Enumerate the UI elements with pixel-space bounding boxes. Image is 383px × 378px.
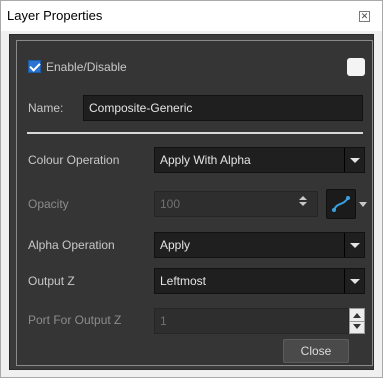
- dialog-title: Layer Properties: [7, 8, 103, 23]
- layer-properties-dialog: Layer Properties ✕ Enable/Disable Name: …: [0, 0, 383, 378]
- stepper-up-icon[interactable]: [353, 313, 361, 318]
- chevron-down-icon[interactable]: [344, 233, 364, 257]
- function-menu-arrow-icon[interactable]: [359, 202, 367, 207]
- colour-operation-select[interactable]: Apply With Alpha: [154, 147, 365, 173]
- properties-frame: Enable/Disable Name: Composite-Generic C…: [16, 40, 373, 366]
- section-divider: [27, 132, 363, 134]
- name-field[interactable]: Composite-Generic: [83, 95, 363, 121]
- chevron-down-icon[interactable]: [344, 148, 364, 172]
- opacity-label: Opacity: [28, 197, 69, 211]
- port-output-z-field[interactable]: 1: [154, 308, 349, 334]
- title-bar: Layer Properties ✕: [1, 1, 382, 31]
- output-z-select[interactable]: Leftmost: [154, 268, 365, 294]
- alpha-operation-select[interactable]: Apply: [154, 232, 365, 258]
- name-label: Name:: [28, 101, 64, 115]
- output-z-label: Output Z: [28, 274, 75, 288]
- output-z-value: Leftmost: [160, 274, 207, 288]
- colour-operation-value: Apply With Alpha: [160, 153, 251, 167]
- opacity-field[interactable]: 100: [154, 191, 318, 217]
- alpha-operation-value: Apply: [160, 238, 191, 252]
- layer-color-swatch[interactable]: [347, 58, 365, 76]
- port-output-z-label: Port For Output Z: [28, 313, 122, 327]
- enable-label: Enable/Disable: [46, 60, 127, 74]
- chevron-down-icon[interactable]: [344, 269, 364, 293]
- colour-operation-label: Colour Operation: [28, 153, 120, 167]
- close-icon[interactable]: ✕: [359, 11, 370, 22]
- bezier-curve-icon: [332, 196, 350, 212]
- enable-checkbox[interactable]: [28, 60, 41, 73]
- properties-panel: Enable/Disable Name: Composite-Generic C…: [9, 34, 374, 370]
- opacity-spin-up-icon[interactable]: [299, 196, 307, 200]
- opacity-spin-down-icon[interactable]: [299, 202, 307, 206]
- stepper-divider: [350, 321, 364, 322]
- opacity-function-button[interactable]: [326, 189, 356, 219]
- close-button[interactable]: Close: [283, 339, 349, 363]
- alpha-operation-label: Alpha Operation: [28, 238, 115, 252]
- stepper-down-icon[interactable]: [353, 324, 361, 329]
- port-output-z-stepper[interactable]: [349, 308, 365, 334]
